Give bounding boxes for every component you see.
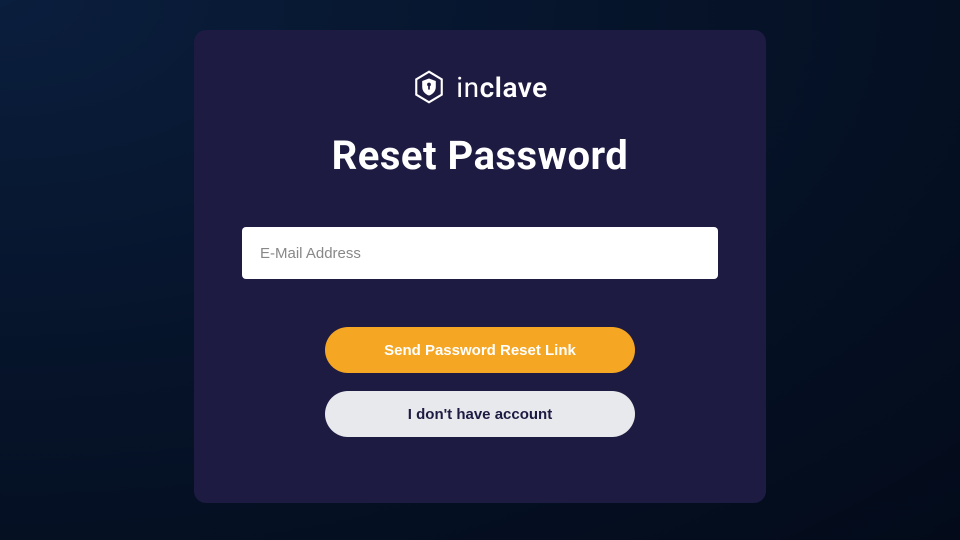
send-reset-link-button[interactable]: Send Password Reset Link [325, 327, 635, 373]
shield-hexagon-icon [412, 70, 446, 104]
no-account-button[interactable]: I don't have account [325, 391, 635, 437]
brand-name: inclave [456, 71, 547, 104]
reset-password-card: inclave Reset Password Send Password Res… [194, 30, 766, 503]
email-field[interactable] [242, 227, 718, 279]
page-title: Reset Password [332, 132, 629, 179]
brand-logo: inclave [412, 70, 547, 104]
